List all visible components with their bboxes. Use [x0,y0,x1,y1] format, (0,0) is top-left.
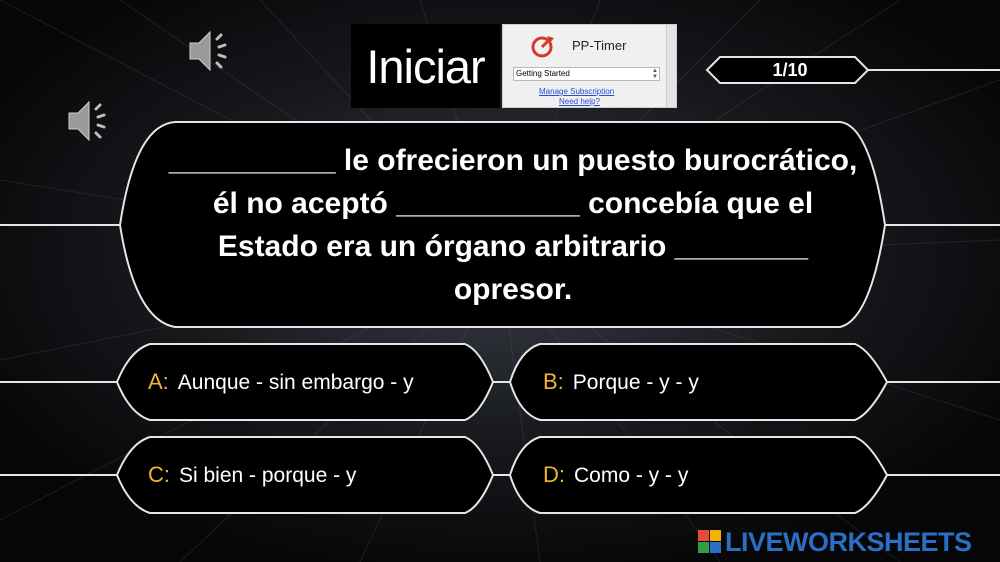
answer-letter: C: [148,462,170,487]
pp-timer-widget: PP-Timer Getting Started ▲ ▼ Manage Subsc… [502,24,677,108]
answer-letter: A: [148,369,169,394]
start-button-label: Iniciar [366,39,485,93]
answer-letter: D: [543,462,565,487]
question-text-box: __________ le ofrecieron un puesto buroc… [150,132,876,318]
answer-letter: B: [543,369,564,394]
watermark-text: LIVEWORKSHEETS [725,526,972,557]
answer-text: Como - y - y [574,464,689,487]
speaker-icon[interactable] [67,98,117,149]
start-button[interactable]: Iniciar [351,24,500,108]
answer-option-d[interactable]: D: Como - y - y [543,455,688,495]
speaker-icon[interactable] [188,28,238,79]
manage-subscription-link[interactable]: Manage Subscription [539,87,614,96]
liveworksheets-logo-icon [698,530,721,553]
need-help-link[interactable]: Need help? [559,97,600,106]
pp-timer-dropdown[interactable]: Getting Started ▲ ▼ [513,67,660,81]
spinner-arrows-icon[interactable]: ▲ ▼ [652,68,658,80]
answer-option-b[interactable]: B: Porque - y - y [543,362,699,402]
liveworksheets-logo: LIVEWORKSHEETS [698,526,972,557]
answer-text: Aunque - sin embargo - y [177,371,414,394]
pp-timer-dropdown-value: Getting Started [516,69,570,78]
pp-timer-scrollbar[interactable] [666,25,676,107]
answer-text: Porque - y - y [572,371,699,394]
pp-timer-title: PP-Timer [572,38,627,53]
question-text: __________ le ofrecieron un puesto buroc… [168,144,858,306]
answer-option-a[interactable]: A: Aunque - sin embargo - y [148,362,414,402]
timer-icon [531,36,554,58]
answer-option-c[interactable]: C: Si bien - porque - y [148,455,356,495]
question-counter: 1/10 [772,60,808,80]
answer-text: Si bien - porque - y [179,464,357,487]
